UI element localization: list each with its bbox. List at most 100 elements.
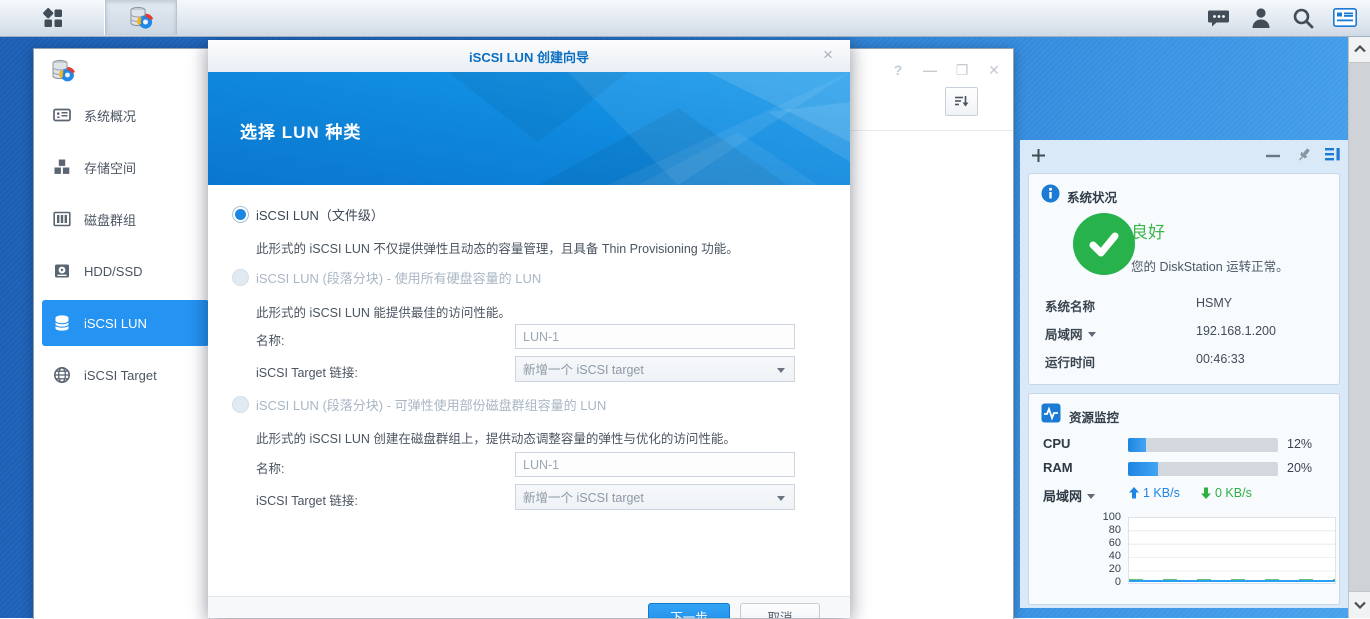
main-menu-button[interactable]: [0, 0, 106, 35]
option-label[interactable]: iSCSI LUN (段落分块) - 可弹性使用部份磁盘群组容量的 LUN: [256, 395, 606, 414]
dialog-close-icon[interactable]: ×: [818, 44, 838, 66]
health-status: 良好: [1131, 218, 1165, 243]
widget-pilot-button[interactable]: [1324, 0, 1366, 35]
taskbar-storage-manager-button[interactable]: [106, 0, 177, 35]
chevron-down-icon: [1087, 494, 1095, 499]
option-description: 此形式的 iSCSI LUN 能提供最佳的访问性能。: [256, 302, 511, 321]
ram-meter: [1128, 462, 1278, 476]
radio-file-level[interactable]: [232, 206, 249, 223]
storage-space-icon: [53, 158, 71, 176]
health-ok-icon: [1073, 213, 1135, 275]
sidebar-item-iscsi-target[interactable]: iSCSI Target: [34, 349, 209, 401]
option-label[interactable]: iSCSI LUN（文件级）: [256, 205, 384, 224]
search-button[interactable]: [1282, 0, 1324, 35]
next-button[interactable]: 下一步: [648, 603, 730, 618]
name-field-label: 名称:: [256, 330, 284, 349]
scroll-up-button[interactable]: [1349, 36, 1370, 63]
chevron-down-icon: [777, 496, 785, 501]
target-field-label: iSCSI Target 链接:: [256, 362, 358, 381]
sidebar-item-label: 磁盘群组: [84, 210, 136, 229]
window-minimize-icon[interactable]: —: [919, 61, 941, 79]
widget-title: 资源监控: [1069, 407, 1119, 426]
download-arrow-icon: [1201, 487, 1211, 499]
info-icon: [1041, 184, 1060, 203]
collapse-widget-icon[interactable]: [1266, 154, 1280, 158]
system-name-label: 系统名称: [1045, 296, 1095, 315]
chevron-up-icon: [1354, 45, 1366, 53]
user-icon: [1251, 7, 1271, 29]
uptime-value: 00:46:33: [1196, 352, 1245, 366]
sidebar-item-label: iSCSI Target: [84, 368, 157, 383]
upload-series-line: [1129, 580, 1335, 582]
iscsi-target-select[interactable]: 新增一个 iSCSI target: [515, 484, 795, 510]
widget-title: 系统状况: [1067, 187, 1117, 206]
cpu-meter: [1128, 438, 1278, 452]
option-label[interactable]: iSCSI LUN (段落分块) - 使用所有硬盘容量的 LUN: [256, 268, 541, 287]
app-grid-icon: [41, 6, 65, 30]
option-description: 此形式的 iSCSI LUN 创建在磁盘群组上，提供动态调整容量的弹性与优化的访…: [256, 428, 736, 447]
dialog-titlebar[interactable]: iSCSI LUN 创建向导 ×: [208, 40, 850, 73]
notifications-button[interactable]: [1198, 0, 1240, 35]
radio-block-level-flexible[interactable]: [232, 396, 249, 413]
y-tick: 40: [1091, 550, 1121, 562]
panel-toggle-icon[interactable]: [1325, 147, 1341, 162]
sidebar-item-volume[interactable]: 存储空间: [34, 141, 209, 193]
cpu-label: CPU: [1043, 436, 1070, 451]
resource-monitor-icon: [1041, 403, 1061, 423]
sidebar-item-label: 系统概况: [84, 106, 136, 125]
storage-manager-app-icon: [50, 58, 76, 89]
radio-block-level-full[interactable]: [232, 269, 249, 286]
iscsi-lun-icon: [53, 314, 71, 332]
user-menu-button[interactable]: [1240, 0, 1282, 35]
chevron-down-icon: [1354, 601, 1366, 609]
y-tick: 60: [1091, 537, 1121, 549]
sort-button[interactable]: [945, 87, 978, 116]
cancel-button[interactable]: 取消: [740, 603, 820, 618]
chevron-down-icon: [1088, 332, 1096, 337]
lun-name-input[interactable]: [515, 324, 795, 349]
system-name-value: HSMY: [1196, 296, 1232, 310]
sidebar-item-label: HDD/SSD: [84, 264, 143, 279]
sidebar-item-iscsi-lun[interactable]: iSCSI LUN: [42, 300, 209, 346]
lan-traffic-label[interactable]: 局域网: [1043, 486, 1095, 505]
lan-label[interactable]: 局域网: [1045, 324, 1096, 343]
sidebar-item-label: iSCSI LUN: [84, 316, 147, 331]
sidebar-item-system-overview[interactable]: 系统概况: [34, 89, 209, 141]
disk-group-icon: [53, 210, 71, 228]
download-rate: 0 KB/s: [1201, 486, 1252, 500]
ram-label: RAM: [1043, 460, 1073, 475]
upload-rate: 1 KB/s: [1129, 486, 1180, 500]
target-field-label: iSCSI Target 链接:: [256, 490, 358, 509]
ram-value: 20%: [1287, 461, 1312, 475]
chat-bubble-icon: [1208, 8, 1230, 28]
dialog-title: iSCSI LUN 创建向导: [208, 47, 850, 66]
pin-icon[interactable]: [1296, 146, 1313, 163]
upload-arrow-icon: [1129, 487, 1139, 499]
storage-manager-icon: [128, 5, 154, 31]
add-widget-icon[interactable]: [1031, 148, 1046, 163]
window-help-icon[interactable]: ?: [887, 61, 909, 79]
iscsi-lun-wizard-dialog: iSCSI LUN 创建向导 × 选择 LUN 种类 iSCSI LUN（文件级…: [208, 40, 850, 618]
hdd-icon: [53, 262, 71, 280]
sidebar-item-label: 存储空间: [84, 158, 136, 177]
network-chart: [1128, 517, 1336, 584]
cpu-value: 12%: [1287, 437, 1312, 451]
search-icon: [1292, 7, 1314, 29]
sidebar-item-hdd-ssd[interactable]: HDD/SSD: [34, 245, 209, 297]
chevron-down-icon: [777, 368, 785, 373]
y-tick: 20: [1091, 563, 1121, 575]
sort-icon: [954, 94, 970, 110]
scroll-down-button[interactable]: [1349, 591, 1370, 618]
lun-name-input[interactable]: [515, 452, 795, 477]
window-close-icon[interactable]: ✕: [983, 61, 1005, 79]
lan-ip-value: 192.168.1.200: [1196, 324, 1276, 338]
widget-panel: 系统状况 良好 您的 DiskStation 运转正常。 系统名称 HSMY 局…: [1020, 140, 1348, 608]
y-tick: 100: [1091, 511, 1121, 523]
resource-monitor-widget: 资源监控 CPU 12% RAM 20% 局域网 1 KB/s 0 KB/s 1…: [1028, 393, 1340, 605]
page-scrollbar[interactable]: [1348, 36, 1370, 618]
iscsi-target-select[interactable]: 新增一个 iSCSI target: [515, 356, 795, 382]
window-maximize-icon[interactable]: ❒: [951, 61, 973, 79]
y-tick: 0: [1091, 576, 1121, 588]
sidebar-item-disk-group[interactable]: 磁盘群组: [34, 193, 209, 245]
system-health-widget: 系统状况 良好 您的 DiskStation 运转正常。 系统名称 HSMY 局…: [1028, 173, 1340, 385]
